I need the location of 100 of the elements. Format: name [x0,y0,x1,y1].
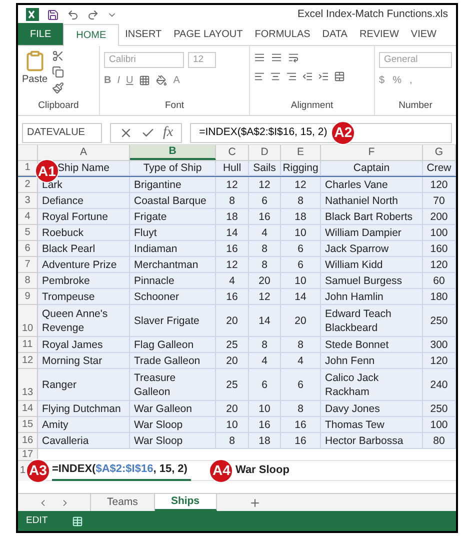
table-cell: Trompeuse [38,289,130,305]
column-header[interactable]: F [321,145,423,160]
ribbon-tab[interactable]: HOME [63,24,120,46]
table-cell: Calico Jack Rackham [321,369,423,401]
column-header[interactable]: C [216,145,249,160]
font-color-button[interactable]: A [173,73,180,88]
group-label: Number [398,98,434,113]
table-cell: John Hamlin [321,289,423,305]
paste-button[interactable]: Paste [22,50,48,87]
table-cell: 18 [281,209,321,225]
table-cell: Fluyt [130,225,216,241]
borders-icon[interactable] [139,75,150,86]
table-cell: 8 [249,337,281,353]
table-cell: 4 [281,353,321,369]
table-cell: 10 [281,273,321,289]
table-cell: Schooner [130,289,216,305]
ribbon-tab[interactable]: FILE [18,23,64,45]
undo-icon[interactable] [67,8,79,20]
table-cell: Slaver Frigate [130,305,216,337]
top-align-icon[interactable] [254,52,265,63]
table-cell: Adventure Prize [38,257,130,273]
callout-badge: A2 [331,120,356,144]
table-cell: 200 [423,209,456,225]
redo-icon[interactable] [87,8,99,20]
column-heading: Type of Ship [130,161,216,176]
align-center-icon[interactable] [270,71,281,82]
window-title: Excel Index-Match Functions.xls [297,6,448,22]
table-cell: 8 [281,401,321,417]
table-cell: Coastal Barque [130,193,216,209]
ribbon-tab[interactable]: DATA [316,23,354,45]
align-right-icon[interactable] [286,71,297,82]
table-cell: Amity [38,417,130,433]
ribbon-tab[interactable]: REVIEW [353,23,405,45]
insert-function-button[interactable]: fx [163,122,174,143]
table-cell: 6 [281,369,321,401]
ribbon-tab[interactable]: VIEW [404,23,442,45]
status-mode: EDIT [26,514,48,528]
ribbon-tab[interactable]: PAGE LAYOUT [168,23,249,45]
merge-icon[interactable] [334,71,345,82]
editing-cell[interactable]: =INDEX($A$2:$I$16, 15, 2) [52,460,192,480]
table-cell: Roebuck [38,225,130,241]
ribbon-tab[interactable]: FORMULAS [248,23,316,45]
table-cell: 12 [281,177,321,193]
column-header[interactable]: B [130,145,216,160]
table-cell: 12 [216,257,249,273]
row-number: 8 [18,273,38,289]
table-cell: Pinnacle [130,273,216,289]
save-icon[interactable] [47,8,59,20]
table-cell: 6 [249,369,281,401]
table-cell: Samuel Burgess [321,273,423,289]
column-header[interactable]: E [281,145,321,160]
copy-icon[interactable] [52,66,64,78]
format-painter-icon[interactable] [52,82,64,94]
table-cell: 120 [423,353,456,369]
table-cell: 8 [216,193,249,209]
table-cell: Defiance [38,193,130,209]
table-cell: 18 [249,433,281,449]
table-cell: Charles Vane [321,177,423,193]
table-cell: 20 [249,273,281,289]
table-cell: 14 [249,305,281,337]
table-cell: 6 [281,257,321,273]
percent-button[interactable]: % [392,73,402,88]
comma-button[interactable]: , [409,73,412,88]
wrap-text-icon[interactable] [288,52,299,63]
increase-indent-icon[interactable] [318,71,329,82]
table-cell: Queen Anne's Revenge [38,305,130,337]
italic-button[interactable]: I [117,73,120,88]
table-cell: 16 [281,417,321,433]
sheet-tab[interactable]: Ships [154,494,217,511]
table-cell: 16 [216,241,249,257]
middle-align-icon[interactable] [271,52,282,63]
align-left-icon[interactable] [254,71,265,82]
table-cell: Davy Jones [321,401,423,417]
table-cell: Nathaniel North [321,193,423,209]
table-cell: Hector Barbossa [321,433,423,449]
add-sheet-icon[interactable] [248,496,261,508]
cut-icon[interactable] [52,50,64,62]
table-cell: 180 [423,289,456,305]
underline-button[interactable]: U [126,73,134,88]
table-cell: 6 [281,241,321,257]
table-cell: 300 [423,337,456,353]
name-box[interactable]: DATEVALUE [22,122,102,142]
row-number: 14 [18,401,38,417]
fill-color-icon[interactable] [156,75,168,86]
row-number: 10 [18,305,38,337]
ribbon-tab[interactable]: INSERT [119,23,168,45]
table-cell: John Fenn [321,353,423,369]
currency-button[interactable]: $ [379,73,385,88]
column-header[interactable]: D [249,145,281,160]
callout-badge: A4 [209,458,234,482]
table-cell: Thomas Tew [321,417,423,433]
table-cell: Indiaman [130,241,216,257]
table-cell: 8 [216,433,249,449]
table-cell: 100 [423,225,456,241]
column-header[interactable]: G [423,145,456,160]
table-cell: 12 [249,289,281,305]
row-number: 6 [18,241,38,257]
result-text: War Sloop [235,463,290,478]
bold-button[interactable]: B [104,73,112,88]
decrease-indent-icon[interactable] [302,71,313,82]
